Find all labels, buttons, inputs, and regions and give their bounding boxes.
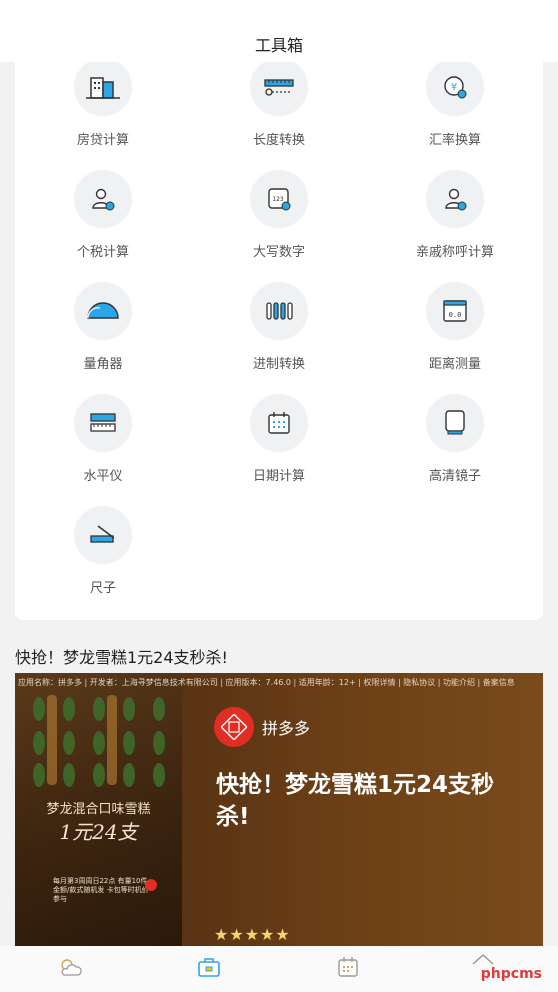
tool-mortgage[interactable]: 房贷计算 bbox=[15, 62, 191, 170]
pdd-mini-logo bbox=[145, 879, 157, 891]
tool-distance[interactable]: 0.0 距离测量 bbox=[367, 282, 543, 394]
page-title: 工具箱 bbox=[254, 36, 303, 55]
ruler-icon bbox=[250, 62, 308, 116]
tool-base-conversion[interactable]: 进制转换 bbox=[191, 282, 367, 394]
bottom-tab-bar: phpcms bbox=[0, 946, 558, 992]
mirror-icon bbox=[426, 394, 484, 452]
weather-icon bbox=[57, 955, 83, 983]
number-icon: 123 bbox=[250, 170, 308, 228]
tool-relatives[interactable]: 亲戚称呼计算 bbox=[367, 170, 543, 282]
app-header: 工具箱 bbox=[0, 0, 558, 62]
svg-text:123: 123 bbox=[272, 196, 284, 203]
tool-label: 个税计算 bbox=[76, 245, 129, 260]
level-icon bbox=[74, 394, 132, 452]
tool-label: 长度转换 bbox=[252, 133, 305, 148]
tool-protractor[interactable]: 量角器 bbox=[15, 282, 191, 394]
promo-title: 快抢！梦龙雪糕1元24支秒杀! bbox=[15, 648, 228, 667]
tool-label: 进制转换 bbox=[252, 357, 305, 372]
tool-income-tax[interactable]: 个税计算 bbox=[15, 170, 191, 282]
tab-calendar[interactable] bbox=[278, 946, 417, 992]
pdd-logo-icon bbox=[214, 707, 254, 747]
tool-date[interactable]: 日期计算 bbox=[191, 394, 367, 506]
ad-app-info[interactable]: 应用名称：拼多多 | 开发者：上海寻梦信息技术有限公司 | 应用版本：7.46.… bbox=[18, 677, 538, 688]
protractor-icon bbox=[74, 282, 132, 340]
tool-label: 水平仪 bbox=[83, 469, 123, 484]
tool-label: 房贷计算 bbox=[76, 133, 129, 148]
tool-length[interactable]: 长度转换 bbox=[191, 62, 367, 170]
toolbox-icon bbox=[196, 955, 222, 983]
svg-text:¥: ¥ bbox=[451, 82, 457, 93]
rating-stars: ★★★★★ bbox=[214, 925, 291, 944]
tab-weather[interactable] bbox=[0, 946, 139, 992]
ad-product-name: 梦龙混合口味雪糕 bbox=[46, 802, 151, 817]
ad-headline: 快抢！梦龙雪糕1元24支秒杀! bbox=[216, 772, 495, 830]
tool-label: 汇率换算 bbox=[428, 133, 481, 148]
tab-home[interactable]: phpcms bbox=[417, 946, 556, 992]
ad-product-image: 梦龙混合口味雪糕 1元24支 每月第3周周日22点 有量10件 金额/款式随机发… bbox=[15, 673, 182, 946]
tool-label: 日期计算 bbox=[252, 469, 305, 484]
tool-label: 距离测量 bbox=[428, 357, 481, 372]
tools-grid: 房贷计算 长度转换 ¥ 汇率换算 个税计算 123 大写数字 亲戚称呼计算 量角… bbox=[15, 62, 543, 620]
currency-icon: ¥ bbox=[426, 62, 484, 116]
ad-brand: 拼多多 bbox=[262, 719, 311, 738]
svg-text:0.0: 0.0 bbox=[449, 311, 462, 319]
tool-currency[interactable]: ¥ 汇率换算 bbox=[367, 62, 543, 170]
tool-ruler[interactable]: 尺子 bbox=[15, 506, 191, 618]
calendar-tab-icon bbox=[336, 955, 360, 983]
ruler-pencil-icon bbox=[74, 506, 132, 564]
ad-product-price: 1元24支 bbox=[59, 820, 138, 844]
ice-cream-pattern bbox=[33, 695, 165, 787]
tool-label: 大写数字 bbox=[252, 245, 305, 260]
person-tax-icon bbox=[74, 170, 132, 228]
tool-uppercase-number[interactable]: 123 大写数字 bbox=[191, 170, 367, 282]
calendar-icon bbox=[250, 394, 308, 452]
ad-banner[interactable]: 梦龙混合口味雪糕 1元24支 每月第3周周日22点 有量10件 金额/款式随机发… bbox=[15, 673, 543, 946]
tool-label: 量角器 bbox=[83, 357, 123, 372]
watermark-text: phpcms bbox=[480, 966, 542, 982]
binary-icon bbox=[250, 282, 308, 340]
tool-level[interactable]: 水平仪 bbox=[15, 394, 191, 506]
building-icon bbox=[74, 62, 132, 116]
distance-icon: 0.0 bbox=[426, 282, 484, 340]
tool-label: 高清镜子 bbox=[428, 469, 481, 484]
tab-toolbox[interactable] bbox=[139, 946, 278, 992]
relatives-icon bbox=[426, 170, 484, 228]
ad-product-note: 每月第3周周日22点 有量10件 金额/款式随机发 卡包等时机价参与 bbox=[53, 877, 149, 903]
tool-mirror[interactable]: 高清镜子 bbox=[367, 394, 543, 506]
tool-label: 亲戚称呼计算 bbox=[415, 245, 494, 260]
tool-label: 尺子 bbox=[89, 581, 116, 596]
